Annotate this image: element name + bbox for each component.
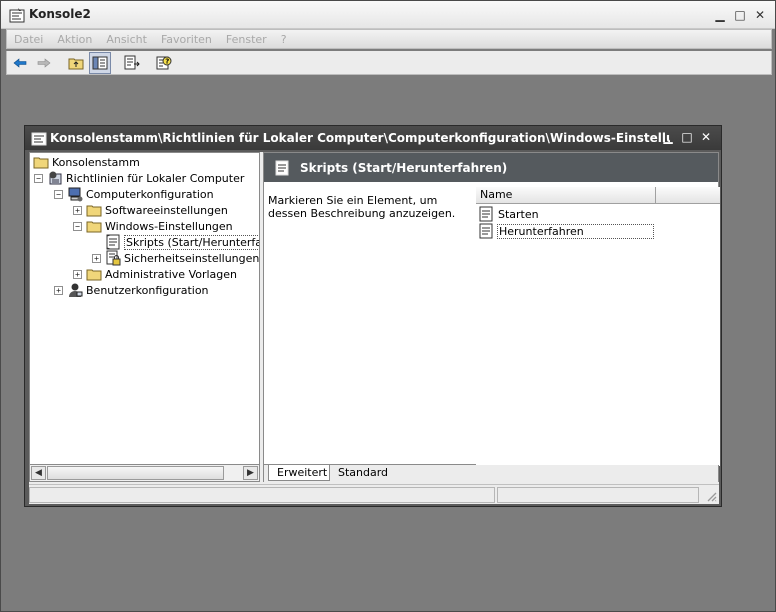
tree-node-benutzerkonfiguration[interactable]: + Benutzerkonfiguration	[54, 282, 209, 298]
forward-button[interactable]	[33, 52, 55, 74]
forward-arrow-icon	[37, 57, 51, 68]
tree-node-richtlinien[interactable]: − Richtlinien für Lokaler Computer	[34, 170, 244, 186]
security-icon	[106, 250, 121, 266]
tree-node-label: Computerkonfiguration	[86, 187, 214, 201]
scroll-thumb[interactable]	[47, 466, 224, 480]
result-pane: Skripts (Start/Herunterfahren) Markieren…	[263, 152, 720, 466]
computer-icon	[68, 187, 83, 202]
list-item-label: Starten	[498, 207, 539, 221]
tree-node-sicherheitseinstellungen[interactable]: + Sicherheitseinstellungen	[92, 250, 259, 266]
toolbar: ?	[6, 51, 772, 75]
up-one-level-button[interactable]	[65, 52, 87, 74]
folder-icon	[33, 157, 49, 169]
export-list-icon	[124, 55, 140, 69]
tree-node-computerkonfiguration[interactable]: − Computerkonfiguration	[54, 186, 214, 202]
scroll-left-icon[interactable]: ◀	[31, 466, 46, 480]
child-body: Konsolenstamm − Richtlinien für Lokaler …	[29, 152, 720, 504]
list-view: Name Starten Herunterfahren	[476, 187, 720, 466]
menu-ansicht[interactable]: Ansicht	[99, 33, 154, 46]
console-tree: Konsolenstamm − Richtlinien für Lokaler …	[29, 152, 260, 465]
help-icon: ?	[156, 56, 172, 69]
window-titlebar: Konsole2 ▁ □ ✕	[1, 1, 775, 29]
result-pane-header: Skripts (Start/Herunterfahren)	[264, 153, 718, 182]
svg-text:?: ?	[165, 57, 169, 65]
tree-horizontal-scrollbar[interactable]: ◀ ▶	[29, 465, 260, 482]
column-header-empty	[656, 187, 720, 203]
tree-node-konsolenstamm[interactable]: Konsolenstamm	[33, 154, 140, 170]
list-item-starten[interactable]: Starten	[478, 206, 654, 222]
menu-datei[interactable]: Datei	[7, 33, 50, 46]
collapse-icon[interactable]: −	[73, 221, 82, 231]
tree-node-softwareeinstellungen[interactable]: + Softwareeinstellungen	[73, 202, 228, 218]
script-icon	[275, 160, 289, 175]
script-icon	[479, 223, 493, 239]
status-bar	[29, 484, 719, 504]
result-pane-title: Skripts (Start/Herunterfahren)	[300, 160, 508, 175]
child-titlebar: Konsolenstamm\Richtlinien für Lokaler Co…	[25, 126, 721, 150]
minimize-button[interactable]: ▁	[711, 7, 729, 23]
back-button[interactable]	[9, 52, 31, 74]
child-maximize-button[interactable]: □	[678, 129, 696, 145]
tree-node-label: Skripts (Start/Herunterfahr	[124, 234, 259, 250]
expand-icon[interactable]: +	[92, 253, 101, 263]
list-item-label: Herunterfahren	[497, 223, 654, 239]
tab-standard[interactable]: Standard	[330, 465, 398, 481]
menu-help[interactable]: ?	[274, 33, 294, 46]
expand-icon[interactable]: +	[54, 285, 63, 295]
column-header-name[interactable]: Name	[476, 187, 656, 203]
expand-icon[interactable]: +	[73, 269, 82, 279]
tree-node-label: Konsolenstamm	[52, 155, 140, 169]
list-item-herunterfahren[interactable]: Herunterfahren	[478, 223, 654, 239]
tree-node-label: Benutzerkonfiguration	[86, 283, 209, 297]
collapse-icon[interactable]: −	[54, 189, 63, 199]
help-button[interactable]: ?	[153, 52, 175, 74]
description-text: Markieren Sie ein Element, um dessen Bes…	[268, 194, 456, 220]
script-icon	[479, 206, 493, 222]
child-minimize-button[interactable]: ▁	[659, 129, 677, 145]
menu-aktion[interactable]: Aktion	[50, 33, 99, 46]
menu-fenster[interactable]: Fenster	[219, 33, 274, 46]
tree-node-label: Sicherheitseinstellungen	[124, 251, 260, 265]
status-panel	[29, 487, 495, 503]
tree-node-windows-einstellungen[interactable]: − Windows-Einstellungen	[73, 218, 233, 234]
policy-icon	[49, 171, 62, 185]
mmc-console-icon	[9, 8, 25, 23]
back-arrow-icon	[13, 57, 27, 68]
menu-bar: Datei Aktion Ansicht Favoriten Fenster ?	[6, 29, 772, 49]
folder-icon	[86, 269, 102, 281]
console-window: Konsole2 ▁ □ ✕ Datei Aktion Ansicht Favo…	[0, 0, 776, 612]
tree-node-administrative-vorlagen[interactable]: + Administrative Vorlagen	[73, 266, 237, 282]
show-hide-tree-icon	[92, 56, 108, 69]
child-title: Konsolenstamm\Richtlinien für Lokaler Co…	[50, 131, 670, 145]
script-icon	[106, 234, 120, 250]
close-button[interactable]: ✕	[751, 7, 769, 23]
tree-node-skripts[interactable]: Skripts (Start/Herunterfahr	[105, 234, 259, 250]
window-title: Konsole2	[29, 7, 91, 21]
tree-node-label: Administrative Vorlagen	[105, 267, 238, 281]
tab-erweitert[interactable]: Erweitert	[268, 465, 330, 481]
child-close-button[interactable]: ✕	[697, 129, 715, 145]
list-header: Name	[476, 187, 720, 204]
status-panel	[497, 487, 699, 503]
show-hide-tree-button[interactable]	[89, 51, 111, 74]
export-list-button[interactable]	[121, 52, 143, 74]
up-folder-icon	[68, 58, 84, 69]
folder-open-icon	[86, 221, 102, 233]
tree-node-label: Softwareeinstellungen	[105, 203, 228, 217]
folder-icon	[86, 205, 102, 217]
tree-node-label: Windows-Einstellungen	[105, 219, 233, 233]
expand-icon[interactable]: +	[73, 205, 82, 215]
scroll-right-icon[interactable]: ▶	[243, 466, 258, 480]
maximize-button[interactable]: □	[731, 7, 749, 23]
user-icon	[69, 283, 83, 297]
tree-node-label: Richtlinien für Lokaler Computer	[66, 171, 245, 185]
collapse-icon[interactable]: −	[34, 173, 43, 183]
view-tabs: Erweitert Standard	[263, 465, 719, 482]
mdi-child-window: Konsolenstamm\Richtlinien für Lokaler Co…	[24, 125, 722, 507]
resize-grip-icon[interactable]	[705, 490, 717, 502]
menu-favoriten[interactable]: Favoriten	[154, 33, 219, 46]
mmc-console-icon	[31, 132, 47, 146]
